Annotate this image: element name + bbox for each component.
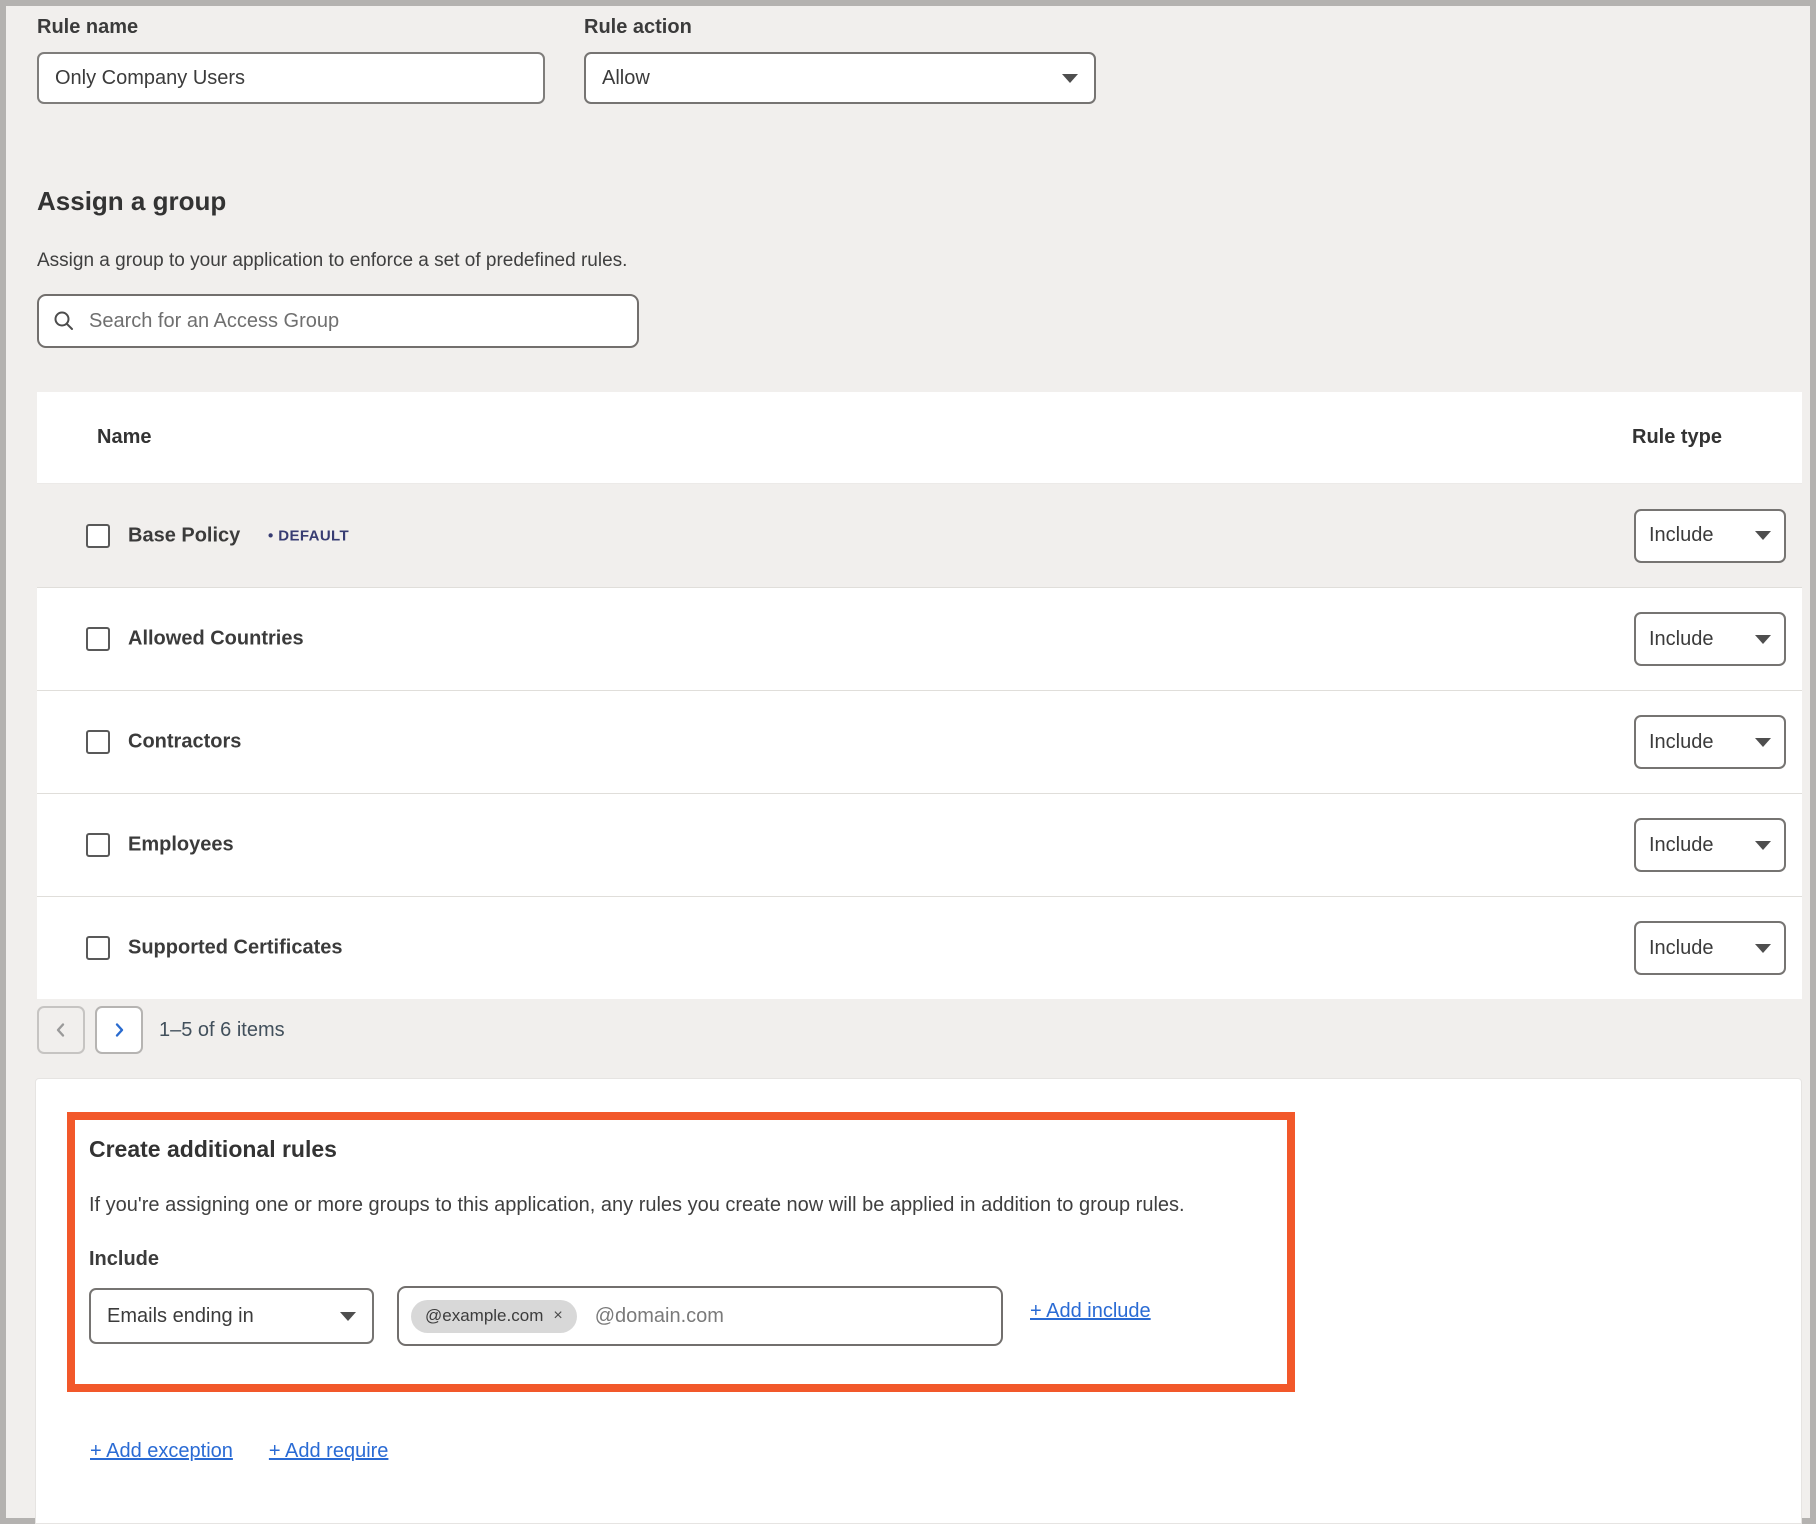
group-name: Supported Certificates [128,937,342,960]
table-row: Contractors Include [37,690,1802,793]
chevron-down-icon [1755,841,1771,850]
email-chip: @example.com × [411,1300,577,1333]
rule-type-select[interactable]: Include [1634,715,1786,769]
condition-select[interactable]: Emails ending in [89,1288,374,1344]
create-additional-rules-highlight: Create additional rules If you're assign… [67,1112,1295,1392]
include-label: Include [89,1248,159,1271]
add-exception-link[interactable]: + Add exception [90,1440,233,1463]
column-header-rule-type: Rule type [1632,426,1722,449]
rule-action-label: Rule action [584,16,692,39]
column-header-name: Name [97,426,151,449]
table-row: Employees Include [37,793,1802,896]
chip-label: @example.com [425,1306,543,1326]
chevron-left-icon [52,1021,70,1039]
assign-group-description: Assign a group to your application to en… [37,250,627,272]
table-row: Supported Certificates Include [37,896,1802,999]
add-require-link[interactable]: + Add require [269,1440,389,1463]
group-name: Base Policy [128,524,240,547]
rule-type-select[interactable]: Include [1634,921,1786,975]
additional-rules-heading: Create additional rules [89,1136,337,1163]
row-checkbox[interactable] [86,627,110,651]
row-checkbox[interactable] [86,730,110,754]
group-name: Contractors [128,731,241,754]
rule-type-value: Include [1649,937,1714,960]
rule-action-select[interactable]: Allow [584,52,1096,104]
remove-chip-icon[interactable]: × [553,1308,562,1324]
rule-type-select[interactable]: Include [1634,509,1786,563]
email-domains-field[interactable]: @example.com × [397,1286,1003,1346]
rule-configuration-page: Rule name Rule action Allow Assign a gro… [0,0,1816,1524]
next-page-button[interactable] [95,1006,143,1054]
row-checkbox[interactable] [86,524,110,548]
table-header: Name Rule type [37,392,1802,484]
chevron-right-icon [110,1021,128,1039]
additional-rules-description: If you're assigning one or more groups t… [89,1194,1274,1217]
row-checkbox[interactable] [86,833,110,857]
table-row: Base Policy • DEFAULT Include [37,484,1802,587]
condition-value: Emails ending in [107,1305,254,1328]
chevron-down-icon [1062,74,1078,83]
chevron-down-icon [340,1312,356,1321]
chevron-down-icon [1755,738,1771,747]
row-checkbox[interactable] [86,936,110,960]
rule-name-label: Rule name [37,16,138,39]
rule-type-value: Include [1649,628,1714,651]
chevron-down-icon [1755,944,1771,953]
search-input[interactable] [89,310,623,333]
rule-type-select[interactable]: Include [1634,818,1786,872]
assign-group-heading: Assign a group [37,186,226,217]
rule-type-value: Include [1649,731,1714,754]
search-icon [53,310,75,332]
chevron-down-icon [1755,531,1771,540]
group-name: Employees [128,834,234,857]
chevron-down-icon [1755,635,1771,644]
prev-page-button[interactable] [37,1006,85,1054]
rule-action-value: Allow [602,67,650,90]
pagination: 1–5 of 6 items [37,1006,285,1054]
table-row: Allowed Countries Include [37,587,1802,690]
add-include-link[interactable]: + Add include [1030,1300,1151,1323]
rule-type-value: Include [1649,834,1714,857]
group-name: Allowed Countries [128,628,304,651]
domain-input[interactable] [595,1305,989,1328]
rule-type-value: Include [1649,524,1714,547]
rule-name-input[interactable] [37,52,545,104]
default-badge: • DEFAULT [268,527,349,544]
pagination-status: 1–5 of 6 items [159,1019,285,1042]
access-group-search[interactable] [37,294,639,348]
rule-type-select[interactable]: Include [1634,612,1786,666]
access-groups-table: Name Rule type Base Policy • DEFAULT Inc… [37,392,1802,999]
footer-links: + Add exception + Add require [90,1440,388,1463]
